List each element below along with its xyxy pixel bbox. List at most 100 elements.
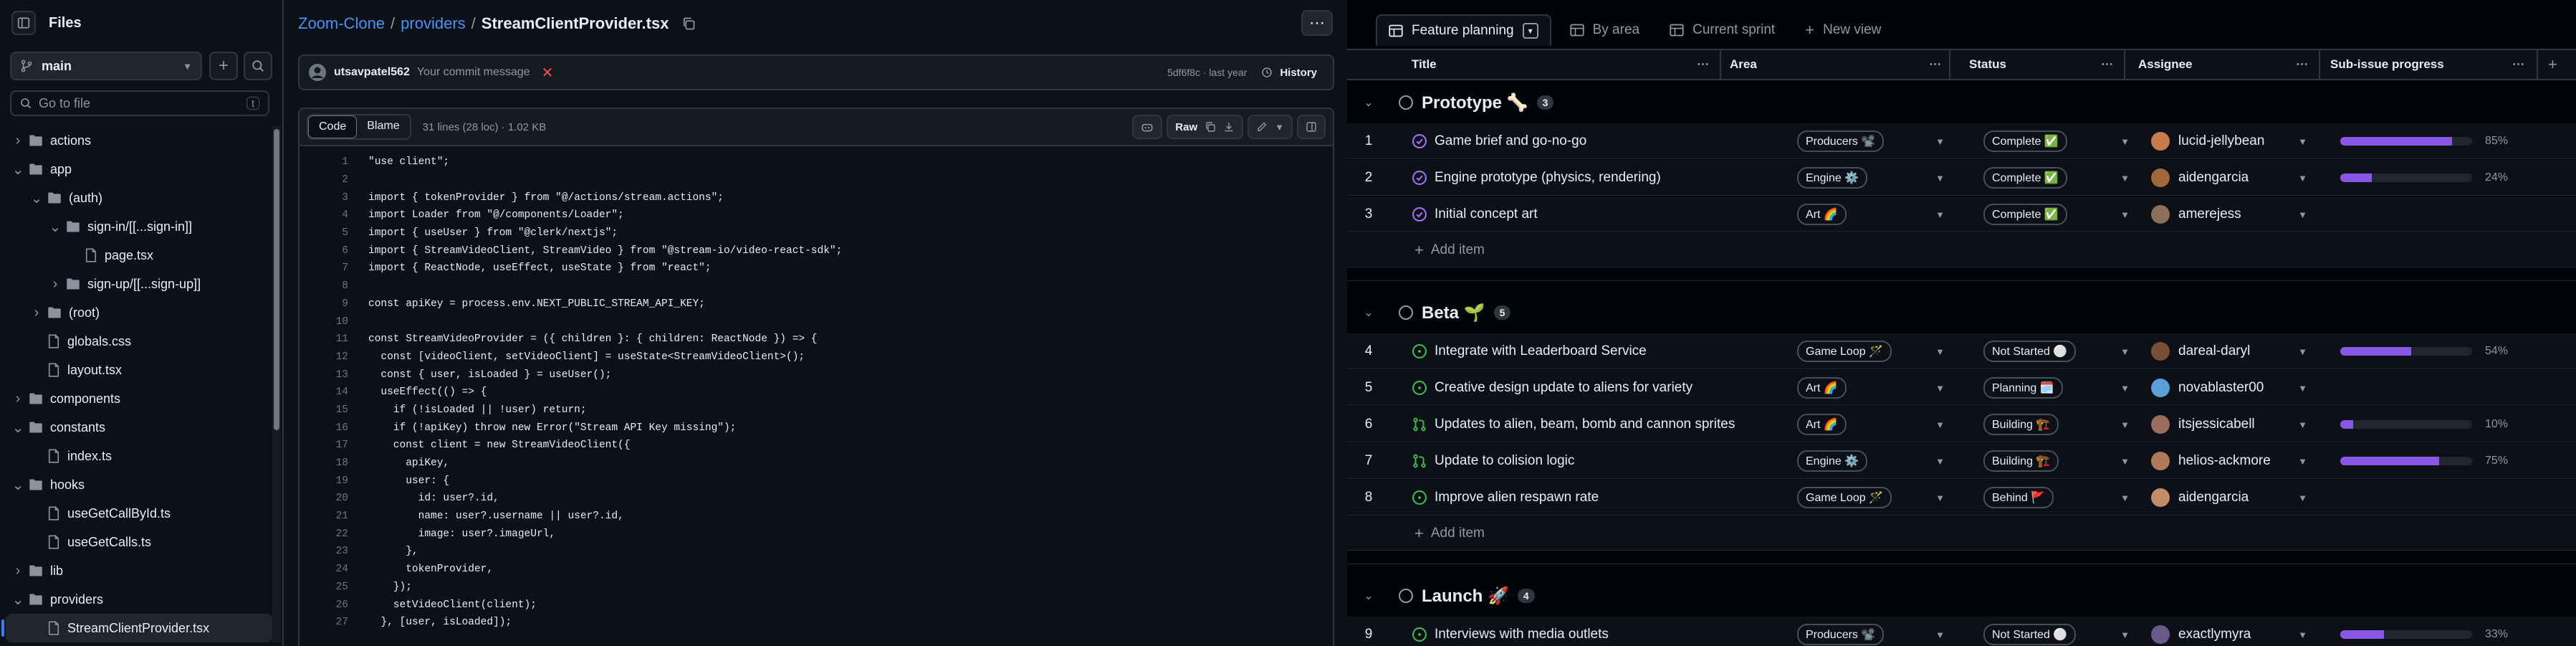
more-options-button[interactable]: ⋯ xyxy=(1301,10,1333,36)
row-title[interactable]: Updates to alien, beam, bomb and cannon … xyxy=(1435,417,1735,432)
area-cell[interactable]: Art 🌈 ▼ xyxy=(1797,370,1956,406)
add-column-button[interactable]: + xyxy=(2548,50,2557,79)
status-cell[interactable]: Building 🏗️ ▼ xyxy=(1983,443,2134,479)
col-status-menu[interactable]: ⋯ xyxy=(2101,50,2114,79)
status-cell[interactable]: Not Started ⚪ ▼ xyxy=(1983,333,2134,369)
avatar[interactable] xyxy=(308,63,327,82)
assignee-cell[interactable]: aidengarcia ▼ xyxy=(2151,480,2316,516)
file-tree-item[interactable]: › actions xyxy=(0,126,272,155)
row-title-cell[interactable]: Update to colision logic xyxy=(1412,443,1713,479)
line-number[interactable]: 22 xyxy=(300,528,368,540)
row-title-cell[interactable]: Creative design update to aliens for var… xyxy=(1412,370,1713,406)
file-tree-item[interactable]: › (root) xyxy=(0,298,272,327)
col-status[interactable]: Status xyxy=(1969,50,2006,79)
assignee-cell[interactable]: lucid-jellybean ▼ xyxy=(2151,123,2316,159)
line-number[interactable]: 13 xyxy=(300,369,368,381)
assignee-cell[interactable]: exactlymyra ▼ xyxy=(2151,617,2316,646)
group-header[interactable]: ⌄ Prototype 🦴 3 xyxy=(1347,83,2576,122)
file-tree-item[interactable]: ⌄ constants xyxy=(0,413,272,442)
add-item-button[interactable]: + Add item xyxy=(1347,233,2576,267)
area-cell[interactable]: Producers 📽️ ▼ xyxy=(1797,617,1956,646)
symbols-panel-button[interactable] xyxy=(1297,115,1326,139)
group-header[interactable]: ⌄ Launch 🚀 4 xyxy=(1347,576,2576,615)
history-button[interactable]: History xyxy=(1254,60,1324,85)
col-title-menu[interactable]: ⋯ xyxy=(1697,50,1710,79)
status-cell[interactable]: Behind 🚩 ▼ xyxy=(1983,480,2134,516)
line-number[interactable]: 14 xyxy=(300,386,368,398)
collapse-sidebar-button[interactable] xyxy=(11,11,36,35)
row-title-cell[interactable]: Interviews with media outlets xyxy=(1412,617,1713,646)
table-row[interactable]: 3 Initial concept art Art 🌈 ▼ Complete ✅ ▼ ame… xyxy=(1347,196,2576,232)
status-cell[interactable]: Planning 🗓️ ▼ xyxy=(1983,370,2134,406)
col-assignee[interactable]: Assignee xyxy=(2138,50,2193,79)
line-number[interactable]: 20 xyxy=(300,493,368,504)
row-title-cell[interactable]: Engine prototype (physics, rendering) xyxy=(1412,160,1713,196)
file-tree-item[interactable]: › lib xyxy=(0,556,272,585)
tab-current-sprint[interactable]: Current sprint xyxy=(1658,14,1786,46)
table-row[interactable]: 1 Game brief and go-no-go Producers 📽️ ▼ Com… xyxy=(1347,123,2576,159)
file-tree-item[interactable]: › components xyxy=(0,384,272,413)
table-row[interactable]: 4 Integrate with Leaderboard Service Game … xyxy=(1347,333,2576,369)
line-number[interactable]: 27 xyxy=(300,617,368,628)
table-row[interactable]: 9 Interviews with media outlets Producers … xyxy=(1347,617,2576,646)
file-tree-item[interactable]: ⌄ (auth) xyxy=(0,184,272,212)
file-tree-item[interactable]: useGetCallById.ts xyxy=(0,499,272,528)
line-number[interactable]: 18 xyxy=(300,457,368,469)
status-cell[interactable]: Complete ✅ ▼ xyxy=(1983,123,2134,159)
assignee-cell[interactable]: itsjessicabell ▼ xyxy=(2151,407,2316,442)
group-header[interactable]: ⌄ Beta 🌱 5 xyxy=(1347,293,2576,332)
row-title[interactable]: Integrate with Leaderboard Service xyxy=(1435,343,1647,359)
line-number[interactable]: 26 xyxy=(300,599,368,611)
line-number[interactable]: 11 xyxy=(300,333,368,345)
commit-message[interactable]: Your commit message xyxy=(417,66,530,79)
copy-icon[interactable] xyxy=(1205,121,1216,133)
file-tree-scrollbar[interactable] xyxy=(272,126,281,642)
file-tree-item[interactable]: › sign-up/[[...sign-up]] xyxy=(0,270,272,298)
row-title[interactable]: Interviews with media outlets xyxy=(1435,627,1609,642)
line-number[interactable]: 8 xyxy=(300,280,368,292)
line-number[interactable]: 4 xyxy=(300,209,368,221)
tab-blame[interactable]: Blame xyxy=(357,115,409,138)
line-number[interactable]: 5 xyxy=(300,227,368,239)
row-title-cell[interactable]: Initial concept art xyxy=(1412,196,1713,232)
copy-icon[interactable] xyxy=(681,16,696,31)
area-cell[interactable]: Engine ⚙️ ▼ xyxy=(1797,160,1956,196)
area-cell[interactable]: Art 🌈 ▼ xyxy=(1797,196,1956,232)
row-title[interactable]: Improve alien respawn rate xyxy=(1435,490,1599,505)
line-number[interactable]: 25 xyxy=(300,581,368,593)
go-to-file-input[interactable]: Go to file t xyxy=(10,90,269,116)
area-cell[interactable]: Producers 📽️ ▼ xyxy=(1797,123,1956,159)
line-number[interactable]: 16 xyxy=(300,422,368,434)
col-progress-menu[interactable]: ⋯ xyxy=(2512,50,2525,79)
col-assignee-menu[interactable]: ⋯ xyxy=(2296,50,2309,79)
col-area[interactable]: Area xyxy=(1730,50,1757,79)
assignee-cell[interactable]: amerejess ▼ xyxy=(2151,196,2316,232)
line-number[interactable]: 17 xyxy=(300,440,368,451)
commit-sha-time[interactable]: 5df6f8c · last year xyxy=(1167,67,1247,78)
line-number[interactable]: 23 xyxy=(300,546,368,557)
line-number[interactable]: 7 xyxy=(300,262,368,274)
chevron-down-icon[interactable]: ⌄ xyxy=(1347,589,1390,603)
status-cell[interactable]: Not Started ⚪ ▼ xyxy=(1983,617,2134,646)
table-row[interactable]: 5 Creative design update to aliens for va… xyxy=(1347,370,2576,406)
line-number[interactable]: 2 xyxy=(300,174,368,186)
file-tree-item[interactable]: ⌄ hooks xyxy=(0,470,272,499)
table-row[interactable]: 2 Engine prototype (physics, rendering) En… xyxy=(1347,160,2576,196)
tab-by-area[interactable]: By area xyxy=(1558,14,1651,46)
tab-code[interactable]: Code xyxy=(308,115,358,138)
copilot-button[interactable] xyxy=(1132,115,1163,139)
row-title-cell[interactable]: Updates to alien, beam, bomb and cannon … xyxy=(1412,407,1735,442)
commit-author[interactable]: utsavpatel562 xyxy=(334,66,410,79)
file-tree-item[interactable]: ⌄ app xyxy=(0,155,272,184)
assignee-cell[interactable]: dareal-daryl ▼ xyxy=(2151,333,2316,369)
table-row[interactable]: 8 Improve alien respawn rate Game Loop 🪄 ▼ B… xyxy=(1347,480,2576,516)
file-tree-item[interactable]: globals.css xyxy=(0,327,272,356)
row-title[interactable]: Engine prototype (physics, rendering) xyxy=(1435,170,1661,186)
row-title[interactable]: Game brief and go-no-go xyxy=(1435,133,1586,149)
line-number[interactable]: 3 xyxy=(300,192,368,204)
area-cell[interactable]: Game Loop 🪄 ▼ xyxy=(1797,333,1956,369)
row-title-cell[interactable]: Game brief and go-no-go xyxy=(1412,123,1713,159)
status-cell[interactable]: Complete ✅ ▼ xyxy=(1983,196,2134,232)
area-cell[interactable]: Engine ⚙️ ▼ xyxy=(1797,443,1956,479)
line-number[interactable]: 9 xyxy=(300,298,368,310)
